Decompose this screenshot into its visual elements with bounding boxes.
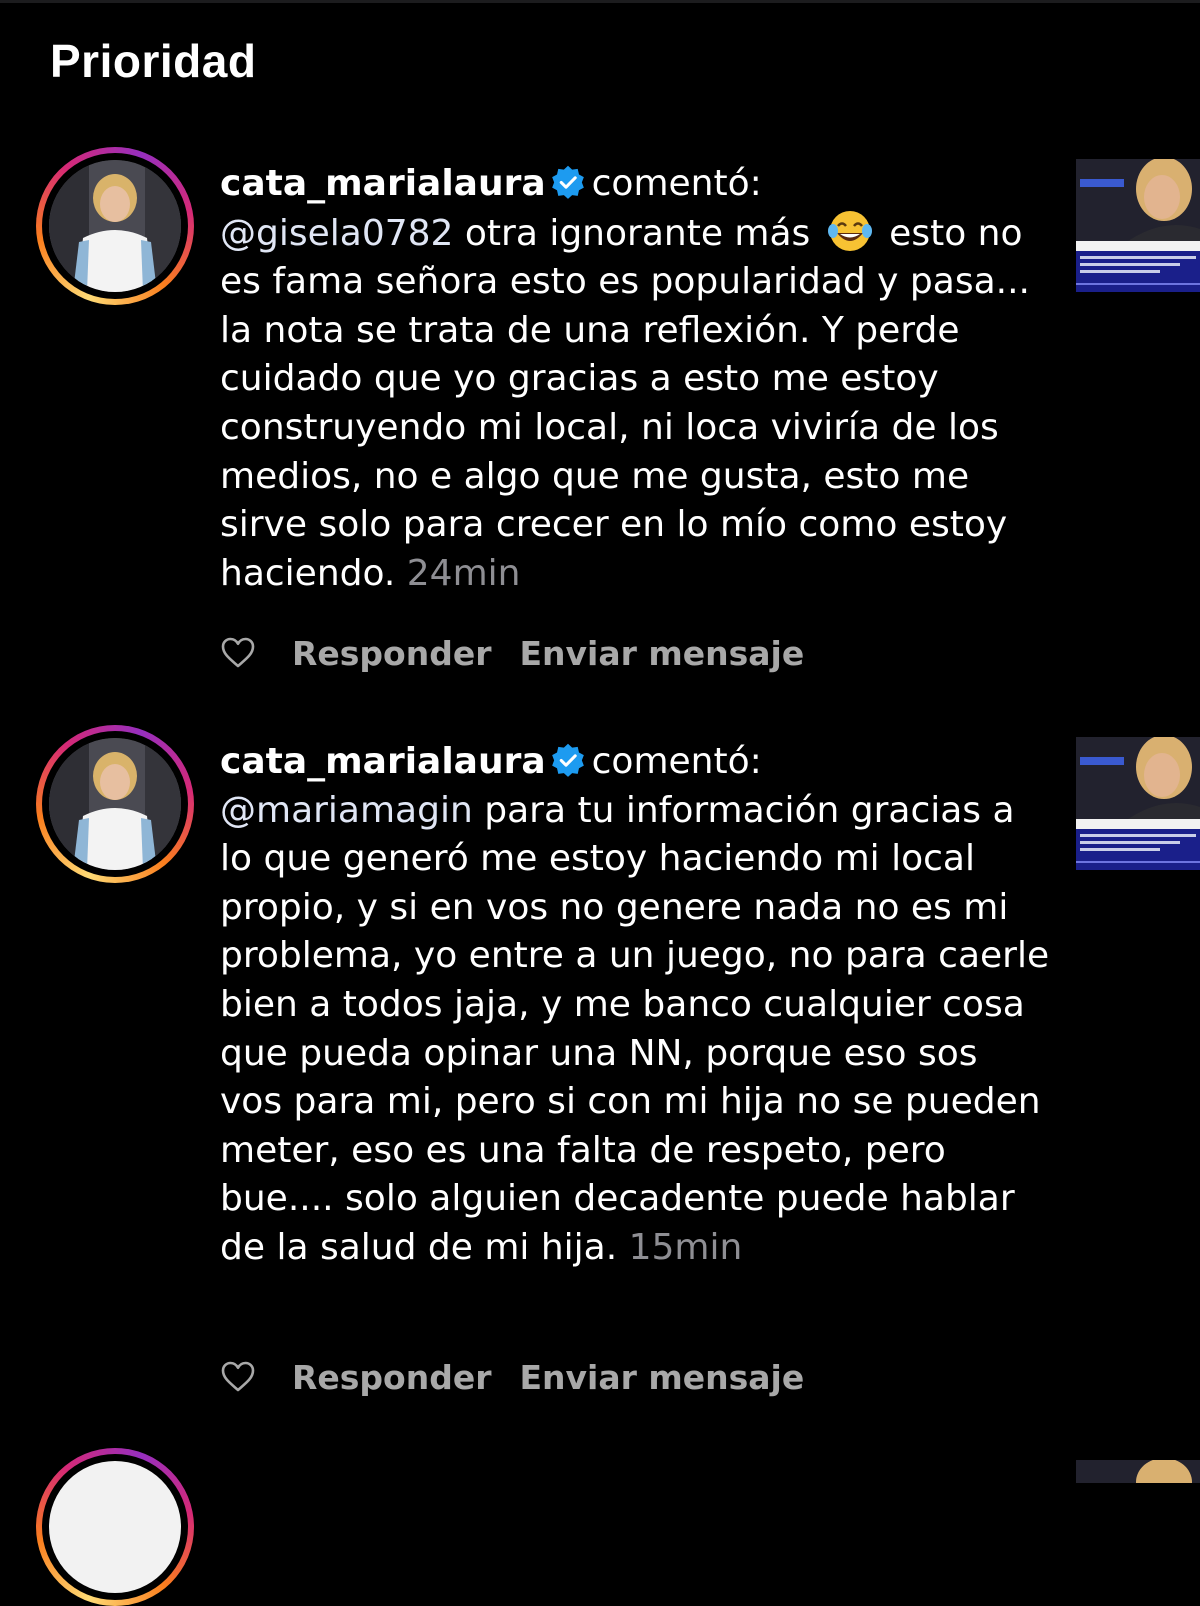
notification-text: cata_marialaura comentó: @gisela0782 otra … (220, 160, 1050, 598)
timestamp: 15min (628, 1226, 743, 1268)
send-message-button[interactable]: Enviar mensaje (520, 1358, 805, 1397)
comment-text: otra ignorante más (453, 212, 822, 254)
avatar-image (49, 738, 181, 870)
avatar[interactable] (36, 725, 194, 883)
verified-badge-icon (551, 743, 584, 777)
top-divider (0, 0, 1200, 3)
notification-actions: Responder Enviar mensaje (220, 631, 832, 675)
username[interactable]: cata_marialaura (220, 163, 546, 204)
username[interactable]: cata_marialaura (220, 741, 546, 782)
action-text: comentó: (591, 741, 762, 782)
verified-badge-icon (551, 165, 584, 199)
comment-text: esto no es fama señora esto es popularid… (220, 212, 1030, 594)
page-title: Prioridad (50, 35, 257, 87)
notification-text: cata_marialaura comentó: @mariamagin para … (220, 738, 1050, 1273)
avatar[interactable] (36, 1448, 194, 1606)
avatar[interactable] (36, 147, 194, 305)
send-message-button[interactable]: Enviar mensaje (520, 634, 805, 673)
notification-actions: Responder Enviar mensaje (220, 1355, 832, 1399)
post-thumbnail[interactable] (1076, 1460, 1200, 1483)
reply-button[interactable]: Responder (292, 1358, 492, 1397)
reply-button[interactable]: Responder (292, 634, 492, 673)
post-thumbnail[interactable] (1076, 159, 1200, 292)
joy-emoji-icon (827, 210, 872, 251)
mention-link[interactable]: @gisela0782 (220, 213, 453, 254)
heart-icon[interactable] (220, 635, 256, 671)
avatar-image (49, 160, 181, 292)
action-text: comentó: (591, 163, 762, 204)
comment-text: para tu información gracias a lo que gen… (220, 789, 1050, 1268)
post-thumbnail[interactable] (1076, 737, 1200, 870)
avatar-image (49, 1461, 181, 1593)
mention-link[interactable]: @mariamagin (220, 790, 473, 831)
heart-icon[interactable] (220, 1359, 256, 1395)
timestamp: 24min (406, 552, 521, 594)
